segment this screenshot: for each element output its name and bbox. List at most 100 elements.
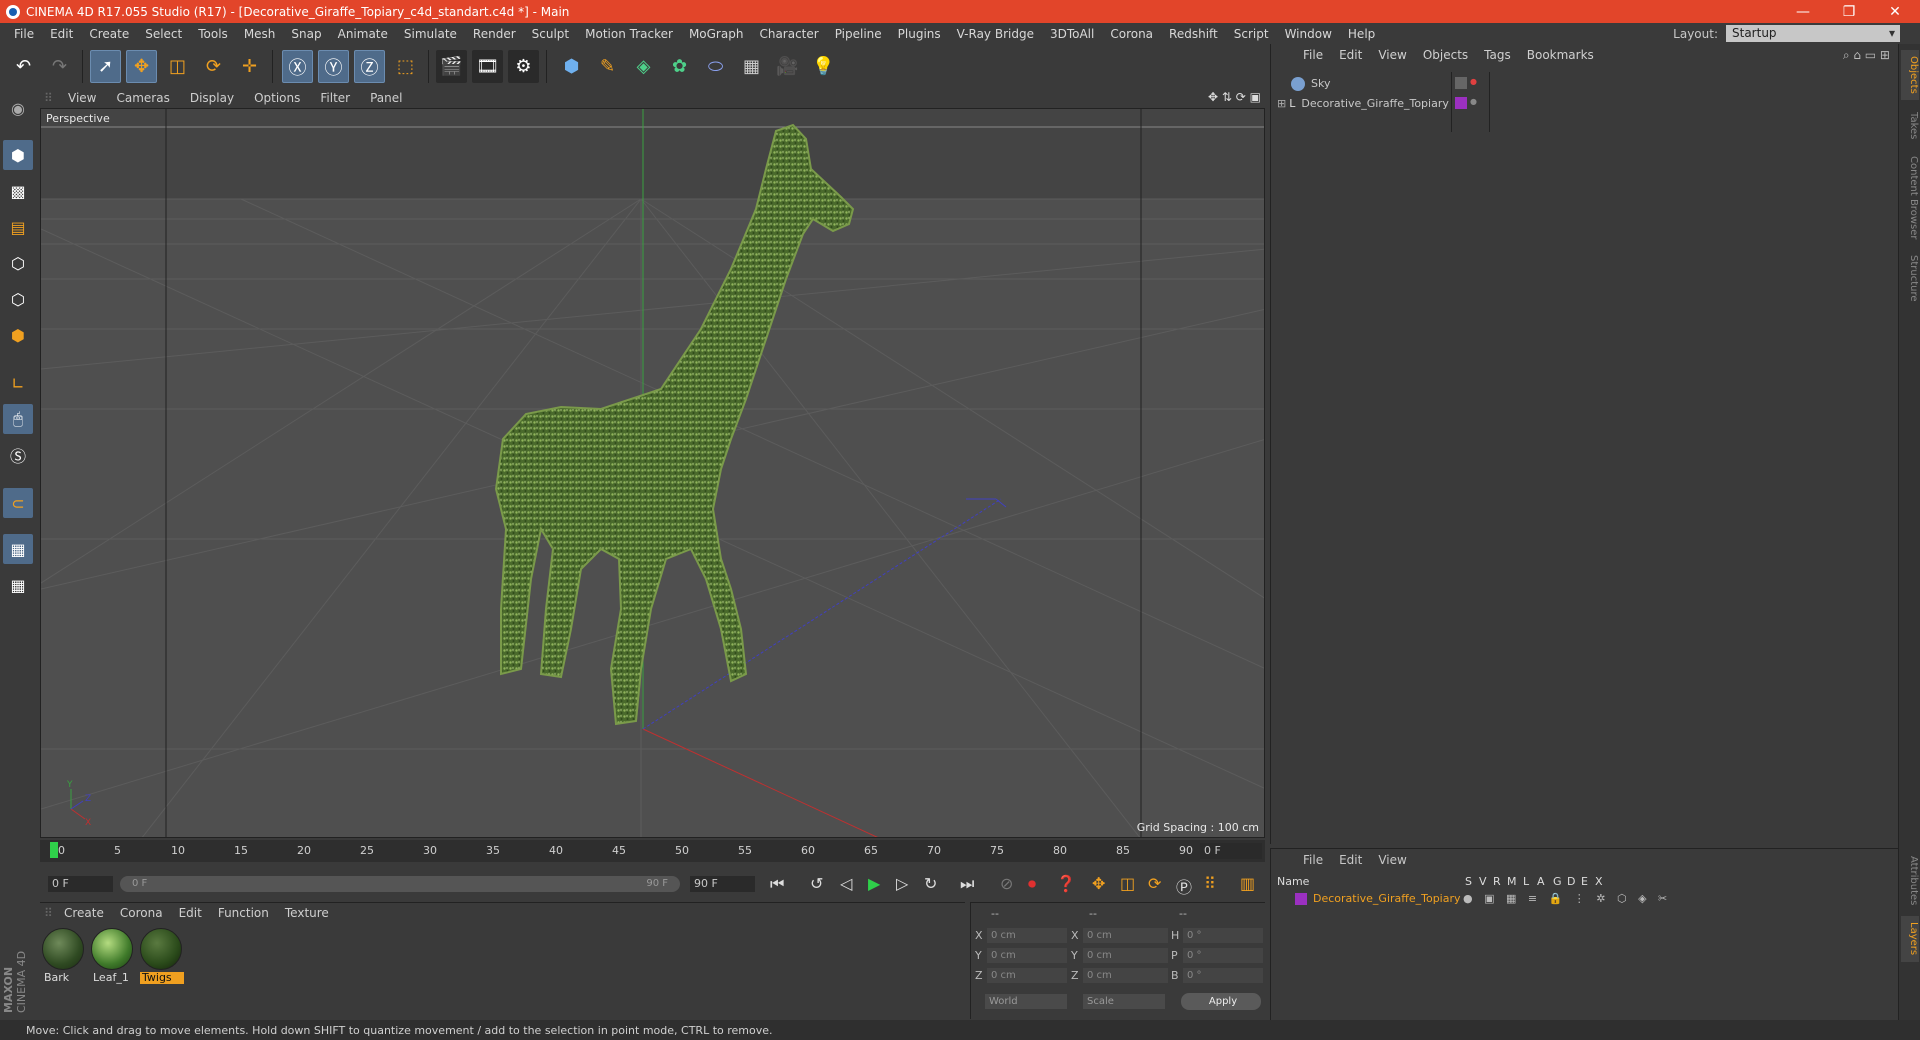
planar-workplane-icon[interactable]: ▦ <box>3 570 33 600</box>
live-selection-icon[interactable]: ➚ <box>90 50 121 83</box>
rotation-h-field[interactable]: 0 ° <box>1183 928 1263 943</box>
tab-takes[interactable]: Takes <box>1901 106 1919 146</box>
size-mode-dropdown[interactable]: Scale <box>1083 994 1165 1009</box>
z-axis-lock-icon[interactable]: Ⓩ <box>354 50 385 83</box>
layer-color-swatch[interactable] <box>1455 97 1467 109</box>
visibility-dots-icon[interactable]: ● <box>1470 97 1477 106</box>
tab-objects[interactable]: Objects <box>1901 50 1919 100</box>
key-pla-icon[interactable]: ⠿ <box>1204 874 1216 893</box>
menu-plugins[interactable]: Plugins <box>890 27 949 41</box>
move-tool-icon[interactable]: ✥ <box>126 50 157 83</box>
render-view-icon[interactable]: 🎬 <box>436 50 467 83</box>
material-swatch-twigs[interactable]: Twigs <box>140 928 184 984</box>
make-editable-icon[interactable]: ◉ <box>3 93 33 123</box>
key-scale-icon[interactable]: ◫ <box>1120 874 1135 893</box>
next-key-icon[interactable]: ↻ <box>924 874 937 893</box>
scale-tool-icon[interactable]: ◫ <box>162 50 193 83</box>
object-menu-edit[interactable]: Edit <box>1331 48 1370 62</box>
material-menu-edit[interactable]: Edit <box>171 906 210 920</box>
material-menu-texture[interactable]: Texture <box>277 906 337 920</box>
viewport-menu-view[interactable]: View <box>58 91 106 105</box>
object-menu-file[interactable]: File <box>1295 48 1331 62</box>
menu-corona[interactable]: Corona <box>1102 27 1161 41</box>
object-menu-bookmarks[interactable]: Bookmarks <box>1519 48 1602 62</box>
camera-icon[interactable]: 🎥 <box>772 50 803 83</box>
position-z-field[interactable]: 0 cm <box>987 968 1067 983</box>
size-y-field[interactable]: 0 cm <box>1083 948 1168 963</box>
material-swatch-leaf[interactable]: Leaf_1 <box>91 928 135 984</box>
play-icon[interactable]: ▶ <box>868 874 880 893</box>
goto-end-icon[interactable]: ⏭ <box>960 874 974 894</box>
position-x-field[interactable]: 0 cm <box>987 928 1067 943</box>
workplane-mode-icon[interactable]: ▤ <box>3 212 33 242</box>
material-swatch-bark[interactable]: Bark <box>42 928 86 984</box>
menu-character[interactable]: Character <box>751 27 826 41</box>
cube-primitive-icon[interactable]: ⬢ <box>556 50 587 83</box>
menu-mograph[interactable]: MoGraph <box>681 27 752 41</box>
menu-vray-bridge[interactable]: V-Ray Bridge <box>949 27 1042 41</box>
size-z-field[interactable]: 0 cm <box>1083 968 1168 983</box>
size-x-field[interactable]: 0 cm <box>1083 928 1168 943</box>
viewport-menu-filter[interactable]: Filter <box>310 91 360 105</box>
menu-tools[interactable]: Tools <box>190 27 236 41</box>
material-menu-create[interactable]: Create <box>56 906 112 920</box>
layer-menu-edit[interactable]: Edit <box>1331 853 1370 867</box>
layer-row-giraffe[interactable]: Decorative_Giraffe_Topiary ● ▣ ▦ ≡ 🔒 ⋮ ✲… <box>1277 890 1887 907</box>
menu-script[interactable]: Script <box>1226 27 1277 41</box>
layer-menu-view[interactable]: View <box>1370 853 1414 867</box>
menu-window[interactable]: Window <box>1277 27 1340 41</box>
tab-content-browser[interactable]: Content Browser <box>1901 152 1919 244</box>
menu-file[interactable]: File <box>6 27 42 41</box>
current-frame-field[interactable]: 0 F <box>1200 843 1262 859</box>
menu-render[interactable]: Render <box>465 27 524 41</box>
edges-mode-icon[interactable]: ⬡ <box>3 284 33 314</box>
pen-spline-icon[interactable]: ✎ <box>592 50 623 83</box>
perspective-viewport[interactable]: Y X Z Perspective Grid Spacing : 100 cm <box>40 108 1265 838</box>
key-parameter-icon[interactable]: Ⓟ <box>1176 874 1192 898</box>
render-picture-viewer-icon[interactable]: 🎞 <box>472 50 503 83</box>
floor-icon[interactable]: ▦ <box>736 50 767 83</box>
viewport-menu-cameras[interactable]: Cameras <box>106 91 179 105</box>
timeline-ruler[interactable]: 0 5 10 15 20 25 30 35 40 45 50 55 60 65 … <box>40 840 1265 862</box>
viewport-menu-options[interactable]: Options <box>244 91 310 105</box>
texture-mode-icon[interactable]: ▩ <box>3 176 33 206</box>
autokey-icon[interactable]: ❓ <box>1056 874 1076 893</box>
menu-create[interactable]: Create <box>81 27 137 41</box>
timeline-window-icon[interactable]: ▥ <box>1240 874 1255 893</box>
record-keyframe-icon[interactable]: ⏺ <box>1028 874 1036 894</box>
step-back-icon[interactable]: ◁ <box>840 874 852 893</box>
apply-button[interactable]: Apply <box>1181 993 1261 1010</box>
subdivision-surface-icon[interactable]: ◈ <box>628 50 659 83</box>
playhead[interactable] <box>50 842 58 858</box>
layout-dropdown[interactable]: Startup <box>1726 25 1900 42</box>
tweak-mode-icon[interactable]: 🖱 <box>3 404 33 434</box>
cloner-icon[interactable]: ✿ <box>664 50 695 83</box>
transform-tool-icon[interactable]: ✛ <box>234 50 265 83</box>
layer-toggle-icons[interactable]: ● ▣ ▦ ≡ 🔒 ⋮ ✲ ⬡ ◈ ✂ <box>1463 892 1671 905</box>
menu-mesh[interactable]: Mesh <box>236 27 284 41</box>
rotation-p-field[interactable]: 0 ° <box>1183 948 1263 963</box>
y-axis-lock-icon[interactable]: Ⓨ <box>318 50 349 83</box>
x-axis-lock-icon[interactable]: Ⓧ <box>282 50 313 83</box>
polygons-mode-icon[interactable]: ⬢ <box>3 320 33 350</box>
model-mode-icon[interactable]: ⬢ <box>3 140 33 170</box>
menu-pipeline[interactable]: Pipeline <box>827 27 890 41</box>
coordinate-space-dropdown[interactable]: World <box>985 994 1067 1009</box>
axis-mode-icon[interactable]: ∟ <box>3 368 33 398</box>
minimize-button[interactable]: — <box>1780 0 1826 23</box>
visibility-dots-icon[interactable]: ● <box>1470 77 1477 86</box>
end-frame-field[interactable]: 90 F <box>690 876 755 892</box>
deformer-icon[interactable]: ⬭ <box>700 50 731 83</box>
menu-select[interactable]: Select <box>137 27 190 41</box>
menu-edit[interactable]: Edit <box>42 27 81 41</box>
frame-range-slider[interactable]: 0 F 90 F <box>120 876 680 892</box>
menu-help[interactable]: Help <box>1340 27 1383 41</box>
rotation-b-field[interactable]: 0 ° <box>1183 968 1263 983</box>
object-menu-objects[interactable]: Objects <box>1415 48 1476 62</box>
object-menu-view[interactable]: View <box>1370 48 1414 62</box>
points-mode-icon[interactable]: ⬡ <box>3 248 33 278</box>
material-menu-function[interactable]: Function <box>210 906 277 920</box>
key-rotation-icon[interactable]: ⟳ <box>1148 874 1161 893</box>
material-menu-corona[interactable]: Corona <box>112 906 171 920</box>
render-settings-icon[interactable]: ⚙ <box>508 50 539 83</box>
